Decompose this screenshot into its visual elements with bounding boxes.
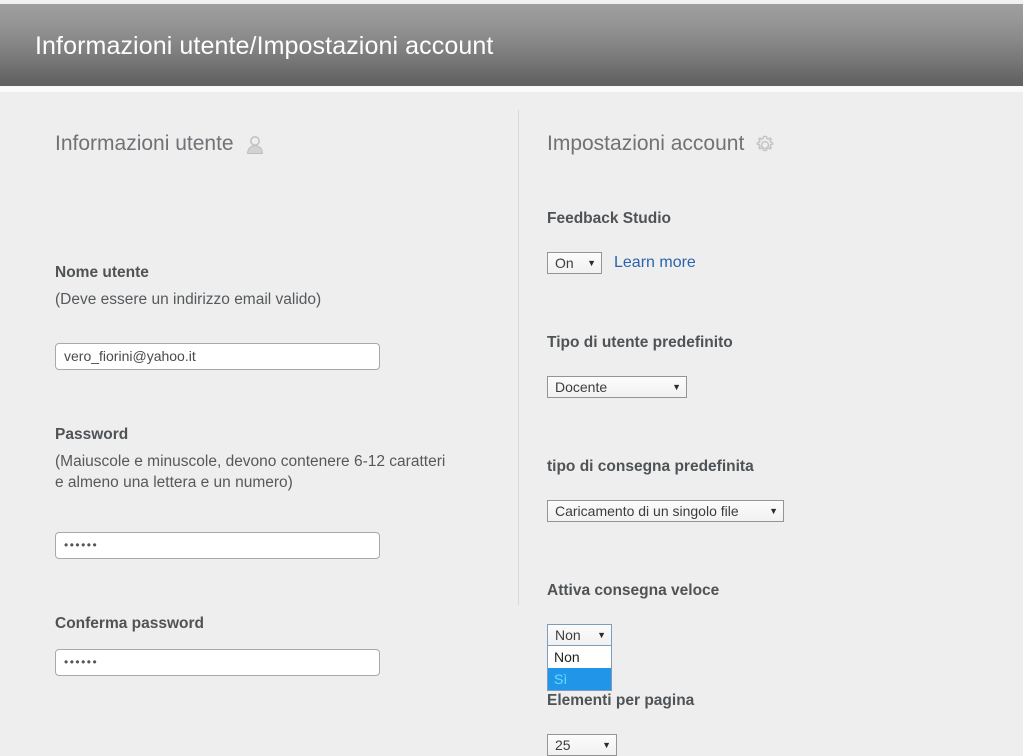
- default-submission-type-select[interactable]: Caricamento di un singolo file ▼: [547, 500, 784, 522]
- quick-submit-option-yes[interactable]: Sì: [548, 668, 611, 690]
- learn-more-link[interactable]: Learn more: [614, 254, 696, 272]
- quick-submit-select[interactable]: Non ▼: [547, 624, 612, 646]
- confirm-password-input[interactable]: [55, 648, 380, 676]
- page-header-bar: Informazioni utente/Impostazioni account: [0, 4, 1023, 86]
- gear-icon: [754, 134, 776, 156]
- account-settings-page: Informazioni utente/Impostazioni account…: [0, 0, 1023, 756]
- quick-submit-option-no[interactable]: Non: [548, 646, 611, 668]
- password-label: Password: [55, 425, 129, 443]
- account-settings-heading-label: Impostazioni account: [547, 132, 745, 155]
- user-information-heading: Informazioni utente: [55, 132, 485, 156]
- username-hint: (Deve essere un indirizzo email valido): [55, 291, 322, 308]
- chevron-down-icon: ▼: [672, 381, 681, 392]
- feedback-studio-value: On: [555, 255, 574, 271]
- password-input[interactable]: [55, 531, 380, 559]
- feedback-studio-row: On ▼ Learn more: [547, 252, 977, 274]
- username-label: Nome utente: [55, 264, 149, 281]
- quick-submit-options-list[interactable]: Non Sì: [547, 646, 612, 691]
- username-input[interactable]: [55, 342, 380, 370]
- quick-submit-dropdown: Non ▼ Non Sì: [547, 624, 612, 691]
- default-user-type-label: Tipo di utente predefinito: [547, 334, 733, 351]
- default-submission-type-value: Caricamento di un singolo file: [555, 503, 739, 519]
- quick-submit-label: Attiva consegna veloce: [547, 582, 720, 599]
- confirm-password-label: Conferma password: [55, 614, 205, 632]
- chevron-down-icon: ▼: [602, 739, 611, 750]
- account-settings-column: Impostazioni account Feedback Studio On: [547, 92, 977, 756]
- default-user-type-select[interactable]: Docente ▼: [547, 376, 687, 398]
- quick-submit-value: Non: [555, 627, 581, 643]
- feedback-studio-label: Feedback Studio: [547, 210, 672, 227]
- user-icon: [244, 134, 266, 156]
- page-content: Informazioni utente Nome utente (Deve es…: [0, 92, 1023, 756]
- chevron-down-icon: ▼: [769, 505, 778, 516]
- items-per-page-select[interactable]: 25 ▼: [547, 734, 617, 756]
- user-information-heading-label: Informazioni utente: [55, 132, 234, 155]
- items-per-page-label: Elementi per pagina: [547, 692, 695, 709]
- default-user-type-value: Docente: [555, 379, 608, 395]
- page-title: Informazioni utente/Impostazioni account: [35, 32, 494, 60]
- account-settings-heading: Impostazioni account: [547, 132, 977, 156]
- password-hint: (Maiuscole e minuscole, devono contenere…: [55, 452, 446, 491]
- items-per-page-value: 25: [555, 737, 571, 753]
- default-submission-type-label: tipo di consegna predefinita: [547, 458, 754, 475]
- feedback-studio-select[interactable]: On ▼: [547, 252, 602, 274]
- chevron-down-icon: ▼: [587, 257, 596, 268]
- chevron-down-icon: ▼: [597, 629, 606, 640]
- user-information-column: Informazioni utente Nome utente (Deve es…: [55, 92, 485, 676]
- column-divider: [518, 110, 519, 605]
